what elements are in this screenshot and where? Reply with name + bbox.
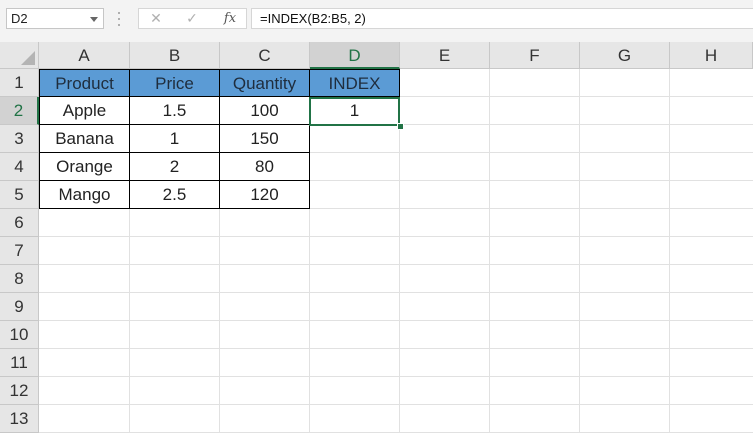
column-header-f[interactable]: F: [490, 42, 580, 69]
column-header-h[interactable]: H: [670, 42, 753, 69]
active-cell-border: [309, 97, 400, 126]
column-header-c[interactable]: C: [220, 42, 310, 69]
row-header-9[interactable]: 9: [0, 293, 39, 321]
formula-bar: D2 ✕ ✓ fx =INDEX(B2:B5, 2): [0, 0, 753, 42]
gridline: [39, 376, 753, 377]
header-cell-index[interactable]: INDEX: [310, 69, 400, 97]
gridline: [39, 320, 753, 321]
name-box[interactable]: D2: [6, 8, 104, 29]
gridline: [39, 348, 753, 349]
column-header-e[interactable]: E: [400, 42, 490, 69]
column-header-a[interactable]: A: [39, 42, 130, 69]
formula-input[interactable]: =INDEX(B2:B5, 2): [251, 8, 753, 29]
chevron-down-icon[interactable]: [90, 17, 98, 22]
cell-b4[interactable]: 2: [130, 153, 220, 181]
cell-b2[interactable]: 1.5: [130, 97, 220, 125]
formula-text: =INDEX(B2:B5, 2): [260, 11, 366, 26]
row-header-8[interactable]: 8: [0, 265, 39, 293]
cell-c3[interactable]: 150: [220, 125, 310, 153]
row-header-10[interactable]: 10: [0, 321, 39, 349]
header-cell-quantity[interactable]: Quantity: [220, 69, 310, 97]
cell-a2[interactable]: Apple: [39, 97, 130, 125]
formula-buttons: ✕ ✓ fx: [138, 8, 247, 29]
fill-handle[interactable]: [397, 123, 404, 130]
cell-c2[interactable]: 100: [220, 97, 310, 125]
column-header-d[interactable]: D: [310, 42, 400, 69]
row-header-11[interactable]: 11: [0, 349, 39, 377]
insert-function-icon[interactable]: fx: [219, 9, 241, 28]
select-all-button[interactable]: [0, 42, 39, 69]
cell-c5[interactable]: 120: [220, 181, 310, 209]
row-header-5[interactable]: 5: [0, 181, 39, 209]
row-header-7[interactable]: 7: [0, 237, 39, 265]
cell-a4[interactable]: Orange: [39, 153, 130, 181]
header-cell-price[interactable]: Price: [130, 69, 220, 97]
column-header-b[interactable]: B: [130, 42, 220, 69]
enter-icon[interactable]: ✓: [181, 9, 203, 28]
gridline: [39, 236, 753, 237]
gridline: [39, 292, 753, 293]
column-header-g[interactable]: G: [580, 42, 670, 69]
gridline: [39, 264, 753, 265]
cell-a3[interactable]: Banana: [39, 125, 130, 153]
cell-a5[interactable]: Mango: [39, 181, 130, 209]
row-header-13[interactable]: 13: [0, 405, 39, 433]
cell-b5[interactable]: 2.5: [130, 181, 220, 209]
name-box-value: D2: [11, 11, 28, 26]
row-header-1[interactable]: 1: [0, 69, 39, 97]
row-header-4[interactable]: 4: [0, 153, 39, 181]
cancel-icon[interactable]: ✕: [145, 9, 167, 28]
row-header-2[interactable]: 2: [0, 97, 39, 125]
cell-b3[interactable]: 1: [130, 125, 220, 153]
select-all-icon: [21, 51, 35, 65]
gridline: [39, 404, 753, 405]
row-header-3[interactable]: 3: [0, 125, 39, 153]
row-header-12[interactable]: 12: [0, 377, 39, 405]
cell-c4[interactable]: 80: [220, 153, 310, 181]
row-header-6[interactable]: 6: [0, 209, 39, 237]
drag-handle-icon[interactable]: [118, 11, 120, 27]
header-cell-product[interactable]: Product: [39, 69, 130, 97]
